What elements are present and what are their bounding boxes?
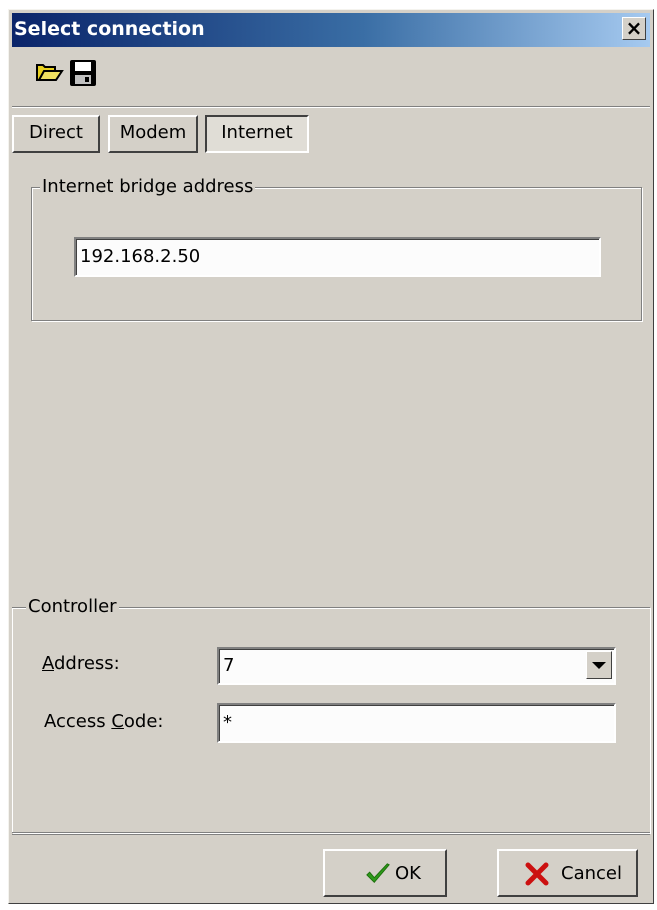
chevron-down-icon: [592, 662, 606, 669]
internet-bridge-group: Internet bridge address 192.168.2.50: [31, 175, 642, 321]
open-folder-icon: [36, 64, 64, 81]
bridge-address-input[interactable]: 192.168.2.50: [74, 237, 601, 277]
select-connection-dialog: Select connection × Direct Modem Interne…: [8, 9, 654, 904]
tab-direct-label: Direct: [29, 122, 83, 143]
access-code-label: Access Code:: [44, 711, 164, 732]
save-button[interactable]: [68, 56, 98, 88]
cancel-button[interactable]: Cancel: [497, 849, 638, 897]
tab-modem[interactable]: Modem: [108, 115, 198, 153]
tab-direct[interactable]: Direct: [12, 115, 100, 153]
access-code-value: *: [223, 712, 232, 733]
close-icon: ×: [625, 16, 643, 40]
address-select-bevel: [219, 649, 614, 683]
checkmark-icon: [366, 863, 390, 884]
controller-group-label: Controller: [26, 595, 119, 619]
dialog-button-bar: OK Cancel: [12, 834, 650, 903]
address-value: 7: [223, 655, 235, 676]
access-code-input-bevel: [219, 705, 614, 741]
tab-internet-label: Internet: [221, 122, 293, 143]
window-title: Select connection: [14, 18, 205, 40]
open-button[interactable]: [34, 56, 64, 88]
ok-label: OK: [395, 863, 421, 884]
address-select[interactable]: 7: [217, 647, 616, 685]
address-label: Address:: [42, 653, 120, 674]
toolbar: [12, 50, 650, 98]
cancel-label: Cancel: [561, 863, 622, 884]
bridge-address-value: 192.168.2.50: [80, 246, 201, 267]
internet-bridge-group-label: Internet bridge address: [40, 175, 256, 199]
dropdown-button[interactable]: [586, 651, 612, 679]
toolbar-separator: [12, 106, 650, 108]
ok-button[interactable]: OK: [323, 849, 447, 897]
close-button[interactable]: ×: [622, 17, 646, 40]
floppy-disk-icon: [70, 60, 96, 86]
cancel-x-icon: [525, 862, 549, 886]
title-bar[interactable]: Select connection ×: [12, 13, 650, 47]
access-code-input[interactable]: *: [217, 703, 616, 743]
tab-internet[interactable]: Internet: [205, 115, 309, 153]
controller-group: Controller Address: 7 Access Code: *: [12, 595, 650, 833]
tab-modem-label: Modem: [119, 122, 187, 143]
connection-tabs: Direct Modem Internet: [12, 110, 650, 154]
